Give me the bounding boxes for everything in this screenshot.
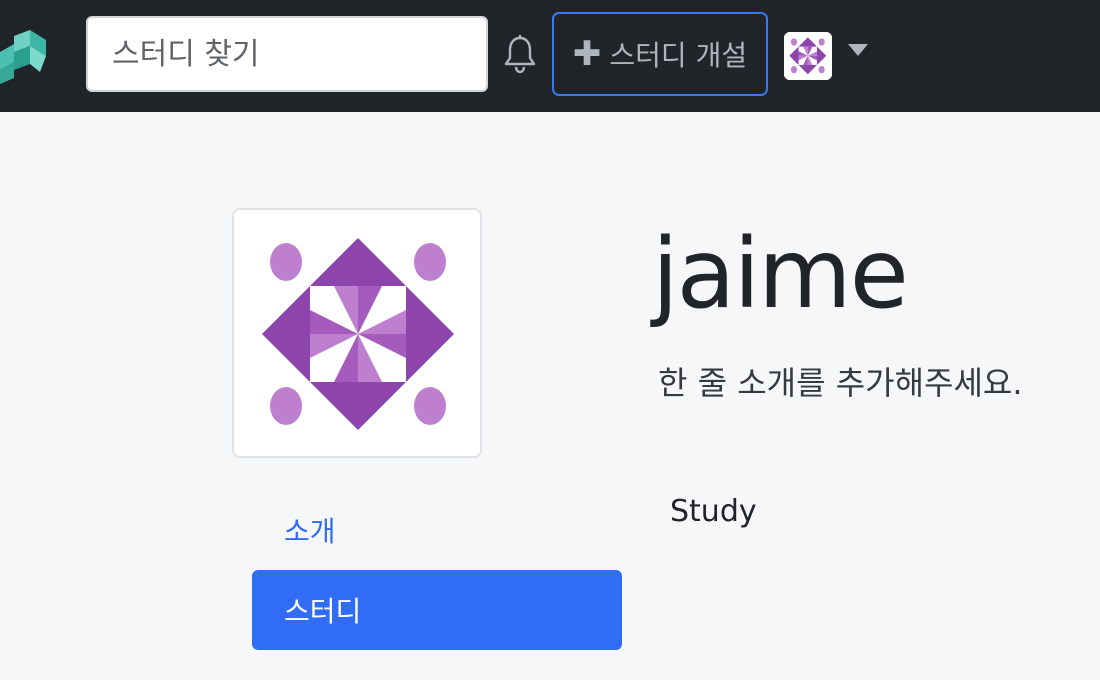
profile-avatar <box>232 208 482 458</box>
top-navbar: ✚ 스터디 개설 <box>0 0 1100 112</box>
section-title: Study <box>670 494 757 529</box>
create-study-label: 스터디 개설 <box>609 39 748 72</box>
profile-bio: 한 줄 소개를 추가해주세요. <box>658 364 1023 402</box>
caret-down-icon[interactable] <box>848 44 868 56</box>
plus-icon: ✚ <box>572 34 602 74</box>
identicon-avatar-icon <box>784 32 832 80</box>
search-input[interactable] <box>86 16 488 92</box>
profile-nav-intro[interactable]: 소개 <box>252 490 622 570</box>
create-study-button[interactable]: ✚ 스터디 개설 <box>552 12 768 96</box>
profile-username: jaime <box>652 218 909 330</box>
profile-avatar-small[interactable] <box>784 32 832 80</box>
identicon-avatar-icon <box>234 210 480 456</box>
bell-icon[interactable] <box>502 34 538 74</box>
profile-nav-study[interactable]: 스터디 <box>252 570 622 650</box>
app-logo-icon[interactable] <box>0 26 52 84</box>
